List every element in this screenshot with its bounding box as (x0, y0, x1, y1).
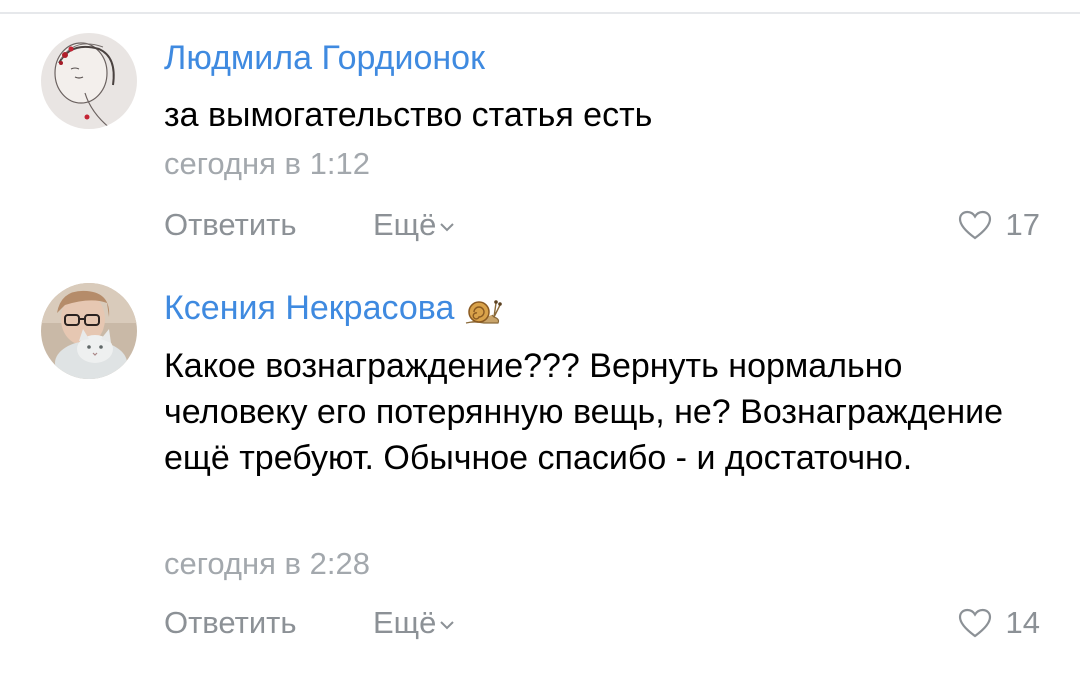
comment-actions: Ответить Ещё 14 (164, 603, 1044, 643)
more-button[interactable]: Ещё (373, 603, 455, 643)
avatar[interactable] (41, 283, 137, 379)
avatar-image (41, 283, 137, 379)
comment-author[interactable]: Ксения Некрасова (164, 288, 503, 328)
like-count: 14 (1005, 605, 1040, 640)
snail-icon (466, 300, 503, 324)
avatar-image (41, 33, 137, 129)
reply-button[interactable]: Ответить (164, 205, 297, 245)
more-label: Ещё (373, 207, 437, 242)
like-button[interactable]: 17 (958, 205, 1040, 245)
more-label: Ещё (373, 605, 437, 640)
heart-icon (958, 210, 991, 240)
comment-author[interactable]: Людмила Гордионок (164, 38, 485, 78)
chevron-down-icon (440, 621, 455, 630)
top-divider (0, 12, 1080, 14)
comment-author-name: Ксения Некрасова (164, 289, 455, 327)
chevron-down-icon (440, 223, 455, 232)
avatar[interactable] (41, 33, 137, 129)
comment-timestamp: сегодня в 2:28 (164, 546, 370, 581)
heart-icon (958, 608, 991, 638)
comment-text: Какое вознаграждение??? Вернуть нормальн… (164, 347, 1004, 477)
comment-timestamp: сегодня в 1:12 (164, 146, 370, 181)
like-button[interactable]: 14 (958, 603, 1040, 643)
reply-button[interactable]: Ответить (164, 603, 297, 643)
comment-actions: Ответить Ещё 17 (164, 205, 1044, 245)
more-button[interactable]: Ещё (373, 205, 455, 245)
comment-text: за вымогательство статья есть (164, 96, 653, 134)
like-count: 17 (1005, 207, 1040, 242)
